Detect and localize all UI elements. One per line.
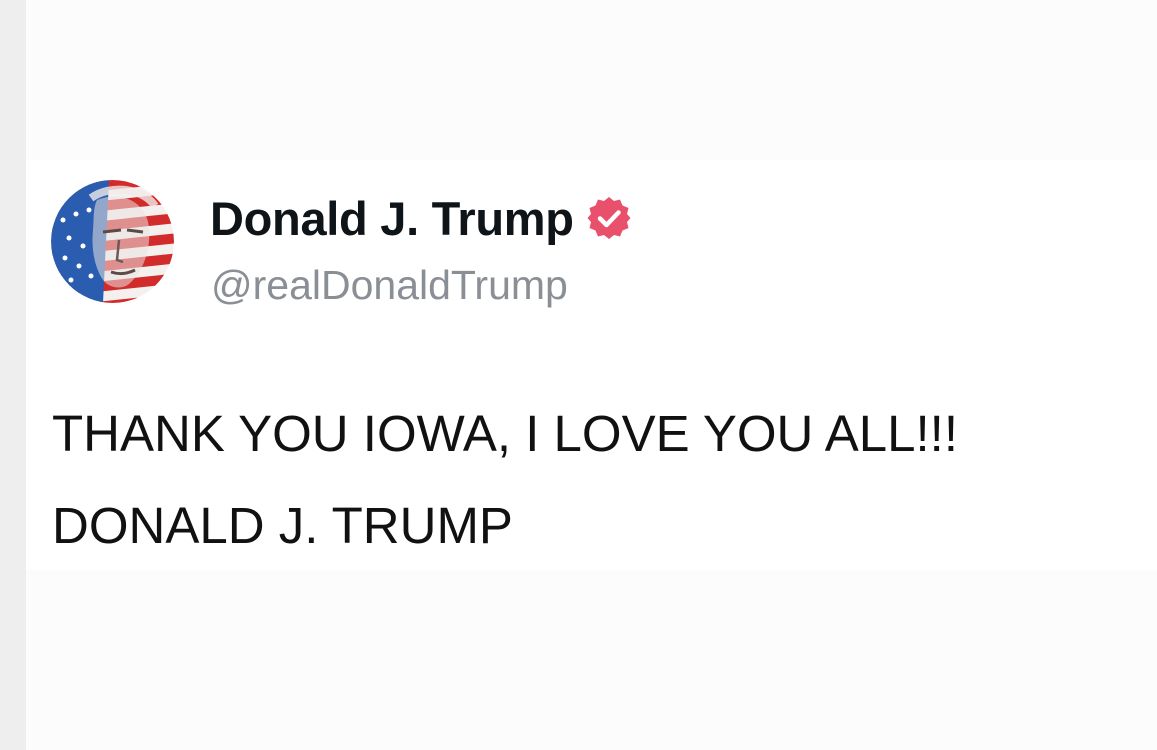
author-display-name[interactable]: Donald J. Trump	[210, 191, 574, 246]
left-edge	[0, 0, 26, 750]
author-handle[interactable]: @realDonaldTrump	[211, 262, 568, 309]
avatar[interactable]	[51, 180, 174, 303]
author-name-row: Donald J. Trump	[210, 188, 632, 248]
page: Donald J. Trump @realDonaldTrump THANK Y…	[0, 0, 1157, 750]
avatar-image	[51, 180, 174, 303]
verified-badge-icon	[586, 195, 632, 241]
post-text: THANK YOU IOWA, I LOVE YOU ALL!!! DONALD…	[52, 388, 958, 572]
post-text-line-1: THANK YOU IOWA, I LOVE YOU ALL!!!	[52, 405, 958, 462]
post-text-line-2: DONALD J. TRUMP	[52, 497, 513, 554]
